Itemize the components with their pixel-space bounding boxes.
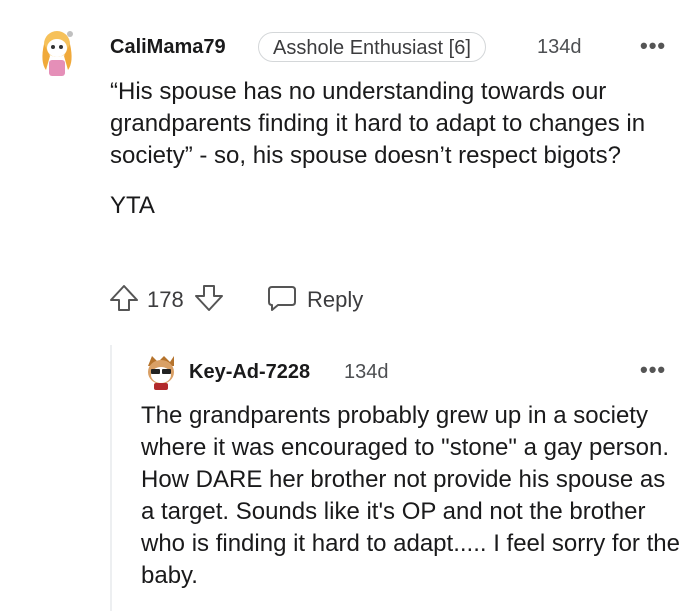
- reply-button[interactable]: Reply: [307, 287, 363, 313]
- more-options-icon[interactable]: •••: [640, 357, 666, 383]
- reply-bubble-icon[interactable]: [266, 284, 298, 312]
- user-flair: Asshole Enthusiast [6]: [258, 32, 486, 62]
- comment-body: “His spouse has no understanding towards…: [110, 76, 670, 222]
- reply-body: The grandparents probably grew up in a s…: [141, 402, 680, 589]
- comment-age: 134d: [537, 36, 582, 58]
- upvote-arrow-icon[interactable]: [108, 283, 140, 313]
- user-avatar-icon[interactable]: [144, 352, 178, 390]
- reply-age: 134d: [344, 361, 389, 383]
- downvote-arrow-icon[interactable]: [193, 283, 225, 313]
- comment-body-paragraph: “His spouse has no understanding towards…: [110, 78, 646, 169]
- reply-username[interactable]: Key-Ad-7228: [189, 361, 310, 384]
- comment-body-paragraph: YTA: [110, 192, 155, 219]
- more-options-icon[interactable]: •••: [640, 33, 666, 59]
- thread-line[interactable]: [110, 345, 112, 611]
- vote-count: 178: [147, 287, 184, 312]
- user-avatar-icon[interactable]: [36, 28, 78, 78]
- comment-username[interactable]: CaliMama79: [110, 36, 226, 59]
